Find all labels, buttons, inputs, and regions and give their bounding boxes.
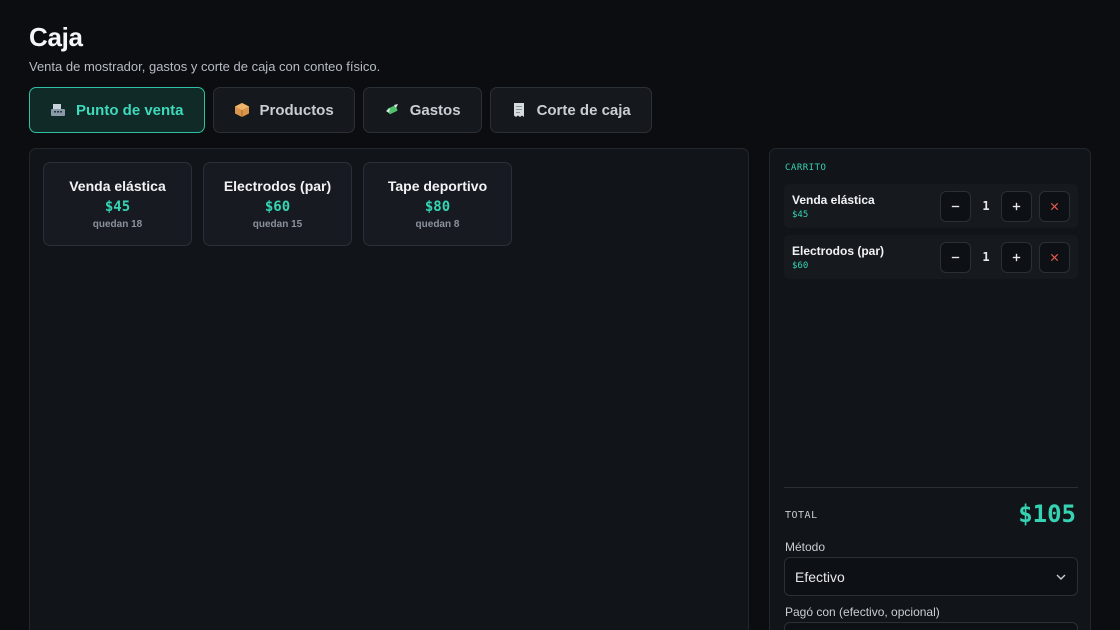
payment-method-label: Método [785, 540, 826, 554]
paid-with-input[interactable] [784, 622, 1078, 630]
cart-item: Venda elástica $45 1 [784, 184, 1078, 228]
product-card[interactable]: Venda elástica $45 quedan 18 [43, 162, 192, 246]
close-icon [1050, 202, 1059, 210]
payment-method-value: Efectivo [795, 568, 845, 585]
cart-item-name: Electrodos (par) [792, 243, 885, 258]
product-stock: quedan 18 [92, 219, 143, 230]
cart-heading: CARRITO [785, 163, 827, 173]
cart-item-qty: 1 [982, 199, 990, 213]
remove-item-button[interactable] [1039, 190, 1070, 222]
product-price: $45 [104, 199, 131, 215]
cash-register-icon [50, 102, 66, 118]
product-card[interactable]: Tape deportivo $80 quedan 8 [363, 162, 512, 246]
product-grid: Venda elástica $45 quedan 18 Electrodos … [43, 162, 512, 246]
product-price: $80 [424, 199, 451, 215]
payment-method-select[interactable]: Efectivo [784, 557, 1078, 596]
product-card[interactable]: Electrodos (par) $60 quedan 15 [203, 162, 352, 246]
product-name: Tape deportivo [387, 178, 488, 194]
tab-punto-de-venta[interactable]: Punto de venta [29, 87, 205, 133]
cart-item-qty: 1 [982, 250, 990, 264]
cart-item-price: $60 [792, 260, 809, 271]
product-stock: quedan 8 [415, 219, 460, 230]
receipt-icon [511, 102, 527, 118]
increase-qty-button[interactable] [1001, 241, 1032, 273]
package-icon [234, 102, 250, 118]
total-value: $105 [1018, 500, 1076, 528]
plus-icon [1012, 202, 1021, 210]
divider [784, 487, 1078, 488]
product-name: Electrodos (par) [223, 178, 332, 194]
tab-productos[interactable]: Productos [212, 87, 355, 133]
tab-label: Punto de venta [76, 101, 184, 119]
cart-item-info: Venda elástica $45 [792, 193, 940, 220]
cart-item-price: $45 [792, 209, 809, 220]
product-stock: quedan 15 [252, 219, 303, 230]
plus-icon [1012, 253, 1021, 261]
money-wings-icon [384, 102, 400, 118]
tab-label: Gastos [409, 101, 461, 119]
total-label: TOTAL [785, 510, 818, 521]
minus-icon [951, 205, 960, 207]
page: Caja Venta de mostrador, gastos y corte … [0, 0, 1120, 630]
tab-label: Corte de caja [536, 101, 631, 119]
product-price: $60 [264, 199, 291, 215]
page-title: Caja [29, 22, 83, 52]
page-subtitle: Venta de mostrador, gastos y corte de ca… [29, 59, 381, 74]
product-name: Venda elástica [69, 178, 166, 194]
cart-item-name: Venda elástica [792, 192, 875, 207]
close-icon [1050, 253, 1059, 261]
decrease-qty-button[interactable] [940, 190, 971, 222]
remove-item-button[interactable] [1039, 241, 1070, 273]
paid-with-label: Pagó con (efectivo, opcional) [785, 605, 940, 619]
cart-item: Electrodos (par) $60 1 [784, 235, 1078, 279]
tab-label: Productos [259, 101, 334, 119]
tab-bar: Punto de venta Productos Gastos Corte de… [29, 87, 652, 133]
cart-panel: CARRITO Venda elástica $45 1 Electrodos … [769, 148, 1091, 630]
tab-corte-de-caja[interactable]: Corte de caja [489, 87, 652, 133]
products-panel: Venda elástica $45 quedan 18 Electrodos … [29, 148, 749, 630]
chevron-down-icon [1055, 571, 1067, 583]
cart-item-info: Electrodos (par) $60 [792, 244, 940, 271]
minus-icon [951, 256, 960, 258]
tab-gastos[interactable]: Gastos [362, 87, 482, 133]
cart-list: Venda elástica $45 1 Electrodos (par) $6… [784, 184, 1078, 286]
decrease-qty-button[interactable] [940, 241, 971, 273]
increase-qty-button[interactable] [1001, 190, 1032, 222]
